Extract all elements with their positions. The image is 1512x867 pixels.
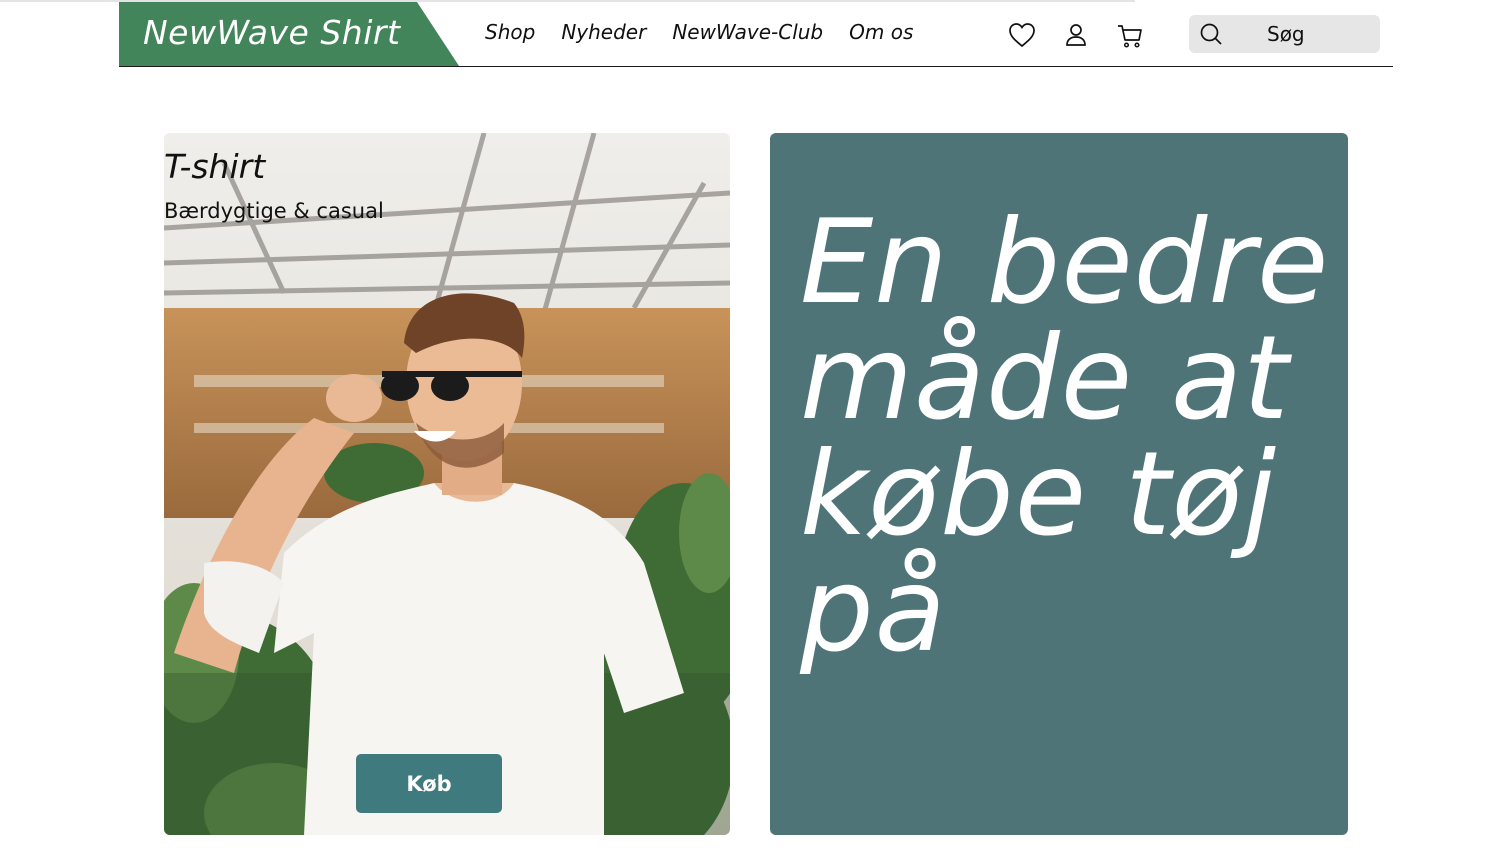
buy-button[interactable]: Køb xyxy=(356,754,502,813)
hero-banner: En bedre måde at købe tøj på xyxy=(770,133,1348,835)
search-box[interactable]: Søg xyxy=(1189,15,1380,53)
nav-shop[interactable]: Shop xyxy=(485,20,535,44)
product-card: T-shirt Bærdygtige & casual Køb xyxy=(164,133,730,835)
main-nav: Shop Nyheder NewWave-Club Om os xyxy=(485,20,913,44)
heart-icon[interactable] xyxy=(1007,20,1037,50)
site-header: NewWave Shirt Shop Nyheder NewWave-Club … xyxy=(119,2,1393,67)
logo[interactable]: NewWave Shirt xyxy=(119,2,459,66)
search-label: Søg xyxy=(1267,22,1305,46)
search-icon xyxy=(1200,23,1222,45)
product-title: T-shirt xyxy=(164,147,266,186)
nav-nyheder[interactable]: Nyheder xyxy=(561,20,646,44)
cart-icon[interactable] xyxy=(1115,20,1145,50)
header-icons xyxy=(1007,20,1145,50)
product-photo xyxy=(164,133,730,835)
hero-headline: En bedre måde at købe tøj på xyxy=(800,195,1330,678)
nav-newwave-club[interactable]: NewWave-Club xyxy=(672,20,823,44)
product-subtitle: Bærdygtige & casual xyxy=(164,199,384,223)
logo-text: NewWave Shirt xyxy=(143,13,401,52)
user-icon[interactable] xyxy=(1061,20,1091,50)
nav-om-os[interactable]: Om os xyxy=(849,20,913,44)
